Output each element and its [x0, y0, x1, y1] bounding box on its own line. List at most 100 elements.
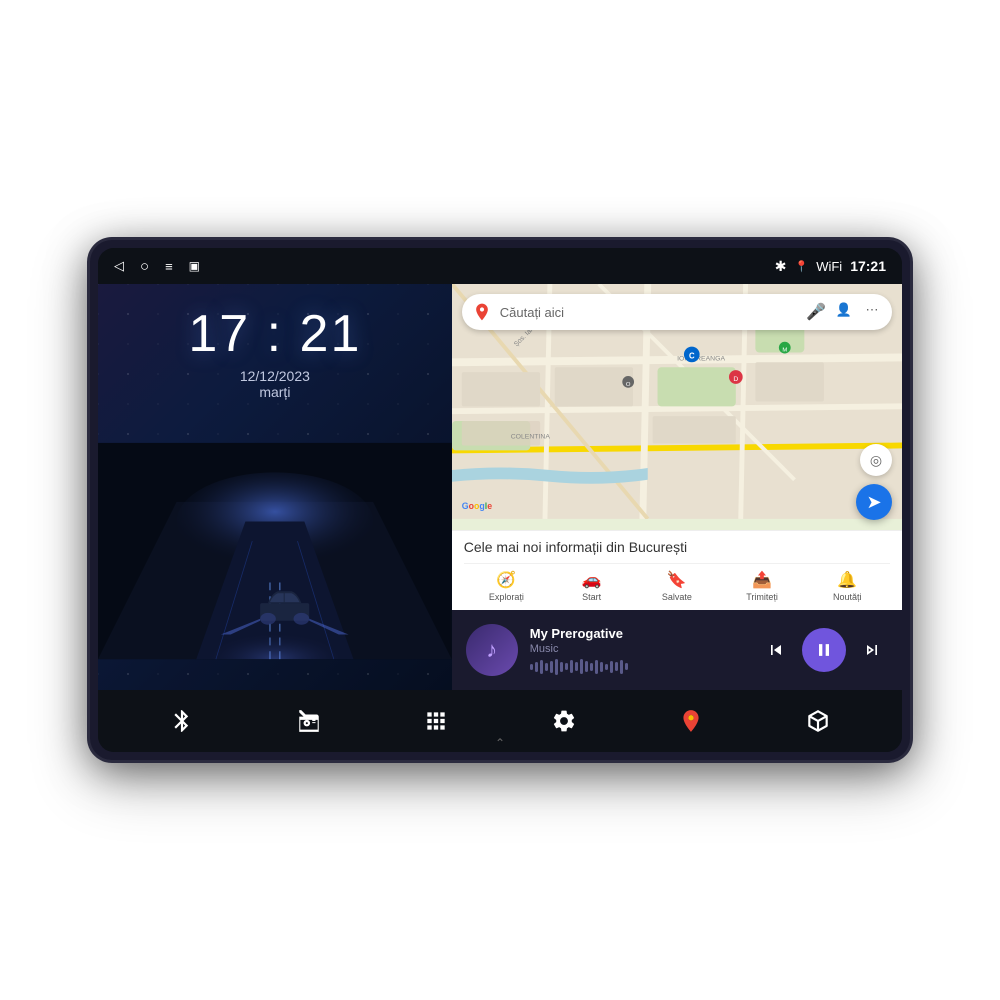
- waveform-bar-16: [605, 664, 608, 670]
- location-status-icon: 📍: [794, 260, 808, 273]
- play-pause-button[interactable]: [802, 628, 846, 672]
- waveform-bar-15: [600, 662, 603, 672]
- menu-icon[interactable]: ≡: [165, 259, 173, 274]
- map-search-bar[interactable]: Căutați aici 🎤 👤 ⋯: [462, 294, 892, 330]
- map-navigate-button[interactable]: ➤: [856, 484, 892, 520]
- waveform-bar-11: [580, 659, 583, 674]
- waveform-bar-18: [615, 662, 618, 671]
- explore-icon: 🧭: [496, 570, 516, 590]
- swipe-up-indicator: ⌃: [495, 736, 505, 750]
- nav-bluetooth[interactable]: [160, 699, 204, 743]
- svg-text:Google: Google: [462, 501, 492, 511]
- navigate-icon: ➤: [866, 492, 881, 513]
- bluetooth-status-icon: ✱: [775, 258, 787, 275]
- map-nav-start[interactable]: 🚗 Start: [572, 570, 612, 602]
- news-icon: 🔔: [837, 570, 857, 590]
- map-nav-share[interactable]: 📤 Trimiteți: [742, 570, 782, 602]
- music-subtitle: Music: [530, 643, 748, 655]
- music-album-art: ♪: [466, 624, 518, 676]
- clock-display: 17 : 21: [188, 304, 361, 364]
- day-display: marți: [259, 384, 290, 400]
- main-area: 17 : 21 12/12/2023 marți: [98, 284, 902, 690]
- recent-apps-icon[interactable]: ▣: [189, 259, 200, 273]
- car-tunnel-image: [98, 412, 452, 690]
- previous-track-button[interactable]: [760, 634, 792, 666]
- bottom-nav: ⌃: [98, 690, 902, 752]
- waveform-bar-17: [610, 661, 613, 673]
- nav-radio[interactable]: [287, 699, 331, 743]
- map-info-title: Cele mai noi informații din București: [464, 539, 890, 555]
- start-label: Start: [582, 592, 601, 602]
- svg-text:C: C: [689, 351, 695, 360]
- nav-apps[interactable]: [414, 699, 458, 743]
- map-recenter-button[interactable]: ◎: [860, 444, 892, 476]
- map-area[interactable]: ION CREANGA COLENTINA Șos. Iancului C D …: [452, 284, 902, 530]
- news-label: Noutăți: [833, 592, 862, 602]
- svg-text:M: M: [782, 348, 787, 354]
- waveform-bar-4: [545, 663, 548, 671]
- bluetooth-icon: [169, 708, 195, 734]
- waveform-bar-3: [540, 660, 543, 674]
- map-info-panel: Cele mai noi informații din București 🧭 …: [452, 530, 902, 610]
- waveform-bar-12: [585, 661, 588, 672]
- map-nav-news[interactable]: 🔔 Noutăți: [827, 570, 867, 602]
- svg-text:COLENTINA: COLENTINA: [510, 434, 550, 441]
- music-controls: [760, 628, 888, 672]
- waveform-bar-20: [625, 663, 628, 670]
- back-icon[interactable]: ◁: [114, 258, 124, 274]
- map-search-placeholder: Căutați aici: [500, 305, 806, 320]
- map-nav-saved[interactable]: 🔖 Salvate: [657, 570, 697, 602]
- settings-icon: [551, 708, 577, 734]
- more-options-icon[interactable]: ⋯: [862, 302, 882, 322]
- svg-text:D: D: [733, 376, 738, 383]
- wifi-status-icon: WiFi: [816, 259, 842, 274]
- map-search-right-icons: 🎤 👤 ⋯: [806, 302, 882, 322]
- date-display: 12/12/2023: [240, 368, 310, 384]
- waveform-bar-7: [560, 662, 563, 672]
- voice-search-icon[interactable]: 🎤: [806, 302, 826, 322]
- recenter-icon: ◎: [870, 452, 882, 469]
- status-time: 17:21: [850, 258, 886, 274]
- music-note-icon: ♪: [486, 637, 497, 663]
- waveform-bar-19: [620, 660, 623, 674]
- saved-label: Salvate: [662, 592, 692, 602]
- waveform-bar-9: [570, 660, 573, 673]
- explore-label: Explorați: [489, 592, 524, 602]
- nav-3d-box[interactable]: [796, 699, 840, 743]
- device: ◁ ○ ≡ ▣ ✱ 📍 WiFi 17:21 17 : 21 12/12/20: [90, 240, 910, 760]
- music-waveform: [530, 659, 748, 675]
- nav-settings[interactable]: [542, 699, 586, 743]
- nav-google-maps[interactable]: [669, 699, 713, 743]
- account-icon[interactable]: 👤: [834, 302, 854, 322]
- waveform-bar-14: [595, 660, 598, 674]
- waveform-bar-5: [550, 661, 553, 673]
- music-title: My Prerogative: [530, 626, 748, 641]
- maps-logo-icon: [472, 302, 492, 322]
- music-player: ♪ My Prerogative Music: [452, 610, 902, 690]
- saved-icon: 🔖: [667, 570, 687, 590]
- left-panel: 17 : 21 12/12/2023 marți: [98, 284, 452, 690]
- home-icon[interactable]: ○: [140, 258, 149, 275]
- map-nav-explore[interactable]: 🧭 Explorați: [486, 570, 526, 602]
- waveform-bar-1: [530, 664, 533, 670]
- radio-icon: [296, 708, 322, 734]
- map-navigation-bar: 🧭 Explorați 🚗 Start 🔖 Salvate 📤: [464, 563, 890, 602]
- start-icon: 🚗: [582, 570, 602, 590]
- google-maps-icon: [678, 708, 704, 734]
- status-bar: ◁ ○ ≡ ▣ ✱ 📍 WiFi 17:21: [98, 248, 902, 284]
- right-panel: ION CREANGA COLENTINA Șos. Iancului C D …: [452, 284, 902, 690]
- waveform-bar-2: [535, 662, 538, 672]
- box-icon: [805, 708, 831, 734]
- device-screen: ◁ ○ ≡ ▣ ✱ 📍 WiFi 17:21 17 : 21 12/12/20: [98, 248, 902, 752]
- status-bar-right: ✱ 📍 WiFi 17:21: [775, 258, 886, 275]
- waveform-bar-8: [565, 663, 568, 670]
- svg-text:O: O: [626, 382, 631, 388]
- waveform-bar-10: [575, 662, 578, 671]
- share-icon: 📤: [752, 570, 772, 590]
- status-bar-left: ◁ ○ ≡ ▣: [114, 258, 200, 275]
- share-label: Trimiteți: [746, 592, 778, 602]
- waveform-bar-13: [590, 663, 593, 671]
- next-track-button[interactable]: [856, 634, 888, 666]
- waveform-bar-6: [555, 659, 558, 675]
- music-info: My Prerogative Music: [530, 626, 748, 675]
